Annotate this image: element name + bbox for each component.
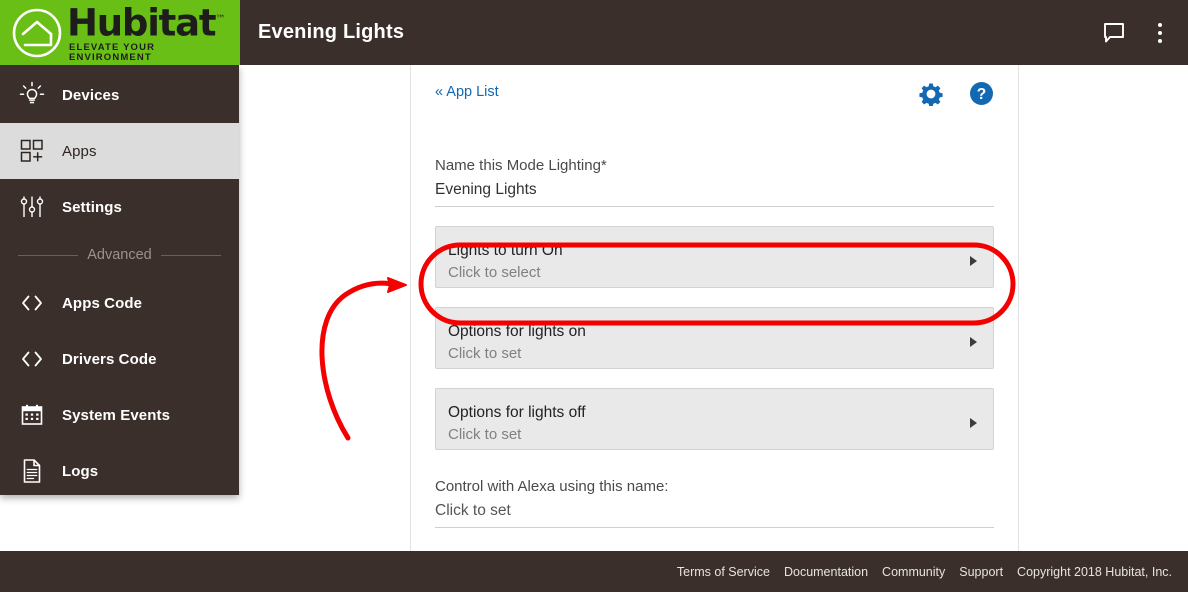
alexa-field-value[interactable]: Click to set (435, 498, 994, 528)
sidebar-item-system-events[interactable]: System Events (0, 387, 239, 443)
section-lights-to-turn-on[interactable]: Lights to turn On Click to select (435, 226, 994, 288)
name-field-label: Name this Mode Lighting* (435, 157, 607, 174)
divider-line-left (18, 254, 79, 256)
gear-icon[interactable] (919, 82, 943, 111)
footer-link-community[interactable]: Community (882, 565, 945, 579)
top-bar: Hubitat™ ELEVATE YOUR ENVIRONMENT Evenin… (0, 0, 1188, 65)
section-texts: Lights to turn On Click to select (448, 240, 563, 283)
footer-link-support[interactable]: Support (959, 565, 1003, 579)
curved-arrow-head (387, 277, 407, 293)
svg-text:?: ? (977, 86, 986, 103)
sidebar-item-devices[interactable]: Devices (0, 67, 239, 123)
sidebar-item-apps[interactable]: Apps (0, 123, 239, 179)
sidebar-item-label: Devices (62, 86, 120, 104)
curved-arrow-line (319, 280, 401, 441)
section-options-for-lights-on[interactable]: Options for lights on Click to set (435, 307, 994, 369)
alexa-name-field-block: Control with Alexa using this name: Clic… (435, 476, 994, 528)
sidebar-item-settings[interactable]: Settings (0, 179, 239, 235)
section-subtitle: Click to set (448, 344, 522, 362)
footer-links: Terms of Service Documentation Community… (677, 565, 1172, 579)
lightbulb-icon (12, 78, 52, 112)
brand-logo[interactable]: Hubitat™ ELEVATE YOUR ENVIRONMENT (0, 0, 240, 65)
divider-label: Advanced (87, 247, 152, 263)
sidebar-item-label: Logs (62, 462, 99, 480)
chat-bubble-icon[interactable] (1100, 19, 1128, 47)
divider-line-right (160, 254, 221, 256)
footer-link-documentation[interactable]: Documentation (784, 565, 868, 579)
sidebar-item-label: Apps (62, 142, 97, 160)
section-title: Options for lights on (448, 322, 586, 340)
brand-trademark: ™ (215, 13, 226, 25)
sidebar-item-logs[interactable]: Logs (0, 443, 239, 499)
section-options-for-lights-off[interactable]: Options for lights off Click to set (435, 388, 994, 450)
app-content-inner: « App List ? Name this Mode Lighting* Ev… (411, 65, 1018, 551)
sidebar-item-drivers-code[interactable]: Drivers Code (0, 331, 239, 387)
footer-copyright: Copyright 2018 Hubitat, Inc. (1017, 564, 1172, 579)
caret-right-icon (970, 256, 977, 266)
code-brackets-icon (12, 342, 52, 376)
section-subtitle: Click to select (448, 263, 541, 281)
house-in-circle-icon (12, 8, 62, 57)
footer-link-terms-of-service[interactable]: Terms of Service (677, 565, 770, 579)
sidebar-item-label: Drivers Code (62, 350, 157, 368)
caret-right-icon (970, 418, 977, 428)
footer: Terms of Service Documentation Community… (0, 551, 1188, 592)
brand-wordmark: Hubitat™ ELEVATE YOUR ENVIRONMENT (67, 1, 240, 64)
section-title: Lights to turn On (448, 241, 563, 259)
code-brackets-icon (12, 286, 52, 320)
section-subtitle: Click to set (448, 425, 522, 443)
calendar-icon (12, 398, 52, 432)
apps-grid-plus-icon (12, 134, 52, 168)
section-texts: Options for lights off Click to set (448, 402, 586, 445)
sidebar-item-apps-code[interactable]: Apps Code (0, 275, 239, 331)
sidebar-item-label: System Events (62, 406, 171, 424)
document-lines-icon (12, 454, 52, 488)
name-field-value[interactable]: Evening Lights (435, 177, 994, 207)
brand-name: Hubitat™ (67, 1, 226, 45)
sidebar-item-label: Settings (62, 198, 122, 216)
section-texts: Options for lights on Click to set (448, 321, 586, 364)
section-title: Options for lights off (448, 403, 586, 421)
name-field-block: Name this Mode Lighting* Evening Lights (435, 155, 994, 207)
sidebar-item-label: Apps Code (62, 294, 143, 312)
top-bar-actions (1100, 0, 1188, 65)
sliders-icon (12, 190, 52, 224)
sidebar: Devices Apps Settings Advanced Apps Code… (0, 65, 239, 495)
app-content-panel: « App List ? Name this Mode Lighting* Ev… (410, 65, 1019, 551)
kebab-menu-icon[interactable] (1146, 19, 1174, 47)
brand-tagline: ELEVATE YOUR ENVIRONMENT (69, 42, 156, 63)
panel-header-icons: ? (919, 81, 994, 111)
back-to-app-list-link[interactable]: « App List (435, 84, 499, 100)
alexa-field-label: Control with Alexa using this name: (435, 478, 669, 495)
page-title: Evening Lights (258, 21, 405, 43)
question-help-icon[interactable]: ? (969, 81, 994, 111)
caret-right-icon (970, 337, 977, 347)
sidebar-divider-advanced: Advanced (0, 235, 239, 275)
